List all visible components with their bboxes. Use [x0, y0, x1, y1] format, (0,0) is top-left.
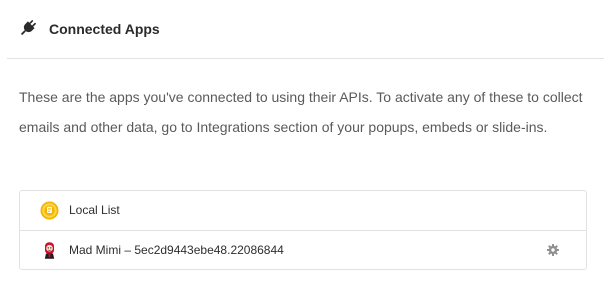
plug-icon	[21, 20, 36, 35]
app-row-mad-mimi: Mad Mimi – 5ec2d9443ebe48.22086844	[20, 231, 586, 271]
app-name-mad-mimi: Mad Mimi – 5ec2d9443ebe48.22086844	[69, 243, 284, 257]
header-divider	[7, 58, 604, 59]
connected-apps-header: Connected Apps	[0, 0, 610, 58]
description-text: These are the apps you've connected to u…	[19, 89, 583, 135]
local-list-icon	[40, 201, 59, 220]
gear-icon[interactable]	[547, 244, 559, 256]
app-row-local-list: Local List	[20, 191, 586, 231]
connected-apps-list: Local List Mad Mimi – 5ec2d9443ebe48.220…	[19, 190, 587, 270]
mad-mimi-icon	[44, 242, 55, 259]
app-name-local-list: Local List	[69, 203, 120, 217]
page-title: Connected Apps	[49, 21, 160, 37]
